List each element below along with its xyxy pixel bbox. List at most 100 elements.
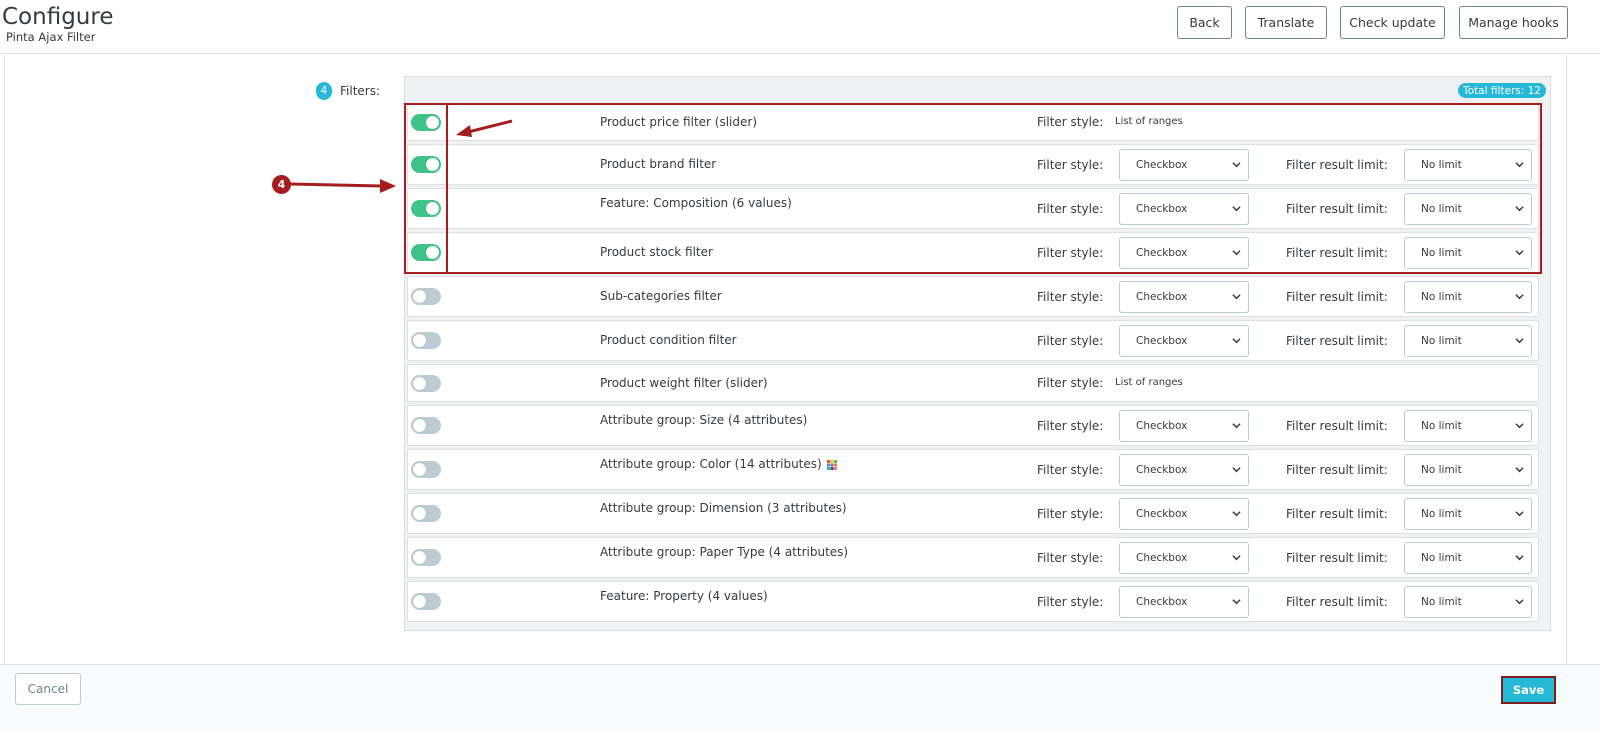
filter-name-text: Attribute group: Paper Type (4 attribute… (600, 545, 849, 559)
filter-result-limit-select[interactable]: No limit (1404, 454, 1532, 486)
filter-name-text: Sub-categories filter (600, 289, 722, 303)
filter-style-select[interactable]: Checkbox (1119, 193, 1249, 225)
chevron-down-icon (1232, 555, 1241, 561)
filter-toggle-switch[interactable] (411, 156, 441, 173)
filter-toggle-switch[interactable] (411, 461, 441, 478)
filter-name-text: Product price filter (slider) (600, 115, 758, 129)
filter-style-select[interactable]: Checkbox (1119, 325, 1249, 357)
back-button[interactable]: Back (1177, 6, 1232, 39)
filter-style-select[interactable]: Checkbox (1119, 237, 1249, 269)
filter-style-select[interactable]: Checkbox (1119, 281, 1249, 313)
filter-style-select-value: Checkbox (1136, 464, 1188, 476)
filter-toggle-switch[interactable] (411, 375, 441, 392)
filter-name: Attribute group: Size (4 attributes) (600, 413, 807, 427)
filter-result-limit-select[interactable]: No limit (1404, 410, 1532, 442)
filter-style-label: Filter style: (1037, 246, 1104, 260)
filter-result-limit-label: Filter result limit: (1286, 158, 1388, 172)
chevron-down-icon (1232, 250, 1241, 256)
filter-name-text: Feature: Property (4 values) (600, 589, 768, 603)
cancel-button[interactable]: Cancel (15, 673, 81, 705)
toggle-knob (413, 290, 426, 303)
filter-result-limit-value: No limit (1421, 159, 1462, 171)
filter-style-label: Filter style: (1037, 419, 1104, 433)
filter-style-select-value: Checkbox (1136, 247, 1188, 259)
filter-result-limit-label: Filter result limit: (1286, 551, 1388, 565)
filter-style-select[interactable]: Checkbox (1119, 454, 1249, 486)
filter-name-text: Feature: Composition (6 values) (600, 196, 792, 210)
filter-result-limit-label: Filter result limit: (1286, 202, 1388, 216)
color-grid-icon (826, 459, 837, 470)
filter-result-limit-select[interactable]: No limit (1404, 193, 1532, 225)
chevron-down-icon (1515, 250, 1524, 256)
page-title: Configure (2, 4, 114, 30)
filter-style-label: Filter style: (1037, 551, 1104, 565)
filter-name: Product stock filter (600, 245, 713, 259)
filter-style-select-value: Checkbox (1136, 159, 1188, 171)
save-button[interactable]: Save (1501, 676, 1556, 704)
filter-style-select-value: Checkbox (1136, 420, 1188, 432)
filter-row: Feature: Composition (6 values) Filter st… (407, 188, 1539, 229)
filter-toggle-switch[interactable] (411, 593, 441, 610)
filter-result-limit-label: Filter result limit: (1286, 507, 1388, 521)
filter-style-select[interactable]: Checkbox (1119, 410, 1249, 442)
filter-toggle-switch[interactable] (411, 549, 441, 566)
filter-toggle-switch[interactable] (411, 417, 441, 434)
toggle-knob (426, 202, 439, 215)
toggle-knob (426, 116, 439, 129)
filter-name: Feature: Composition (6 values) (600, 196, 792, 210)
filter-result-limit-select[interactable]: No limit (1404, 281, 1532, 313)
filters-label: Filters: (340, 84, 381, 98)
filter-result-limit-label: Filter result limit: (1286, 463, 1388, 477)
filter-name: Sub-categories filter (600, 289, 722, 303)
filter-style-select-value: Checkbox (1136, 335, 1188, 347)
filter-toggle-switch[interactable] (411, 114, 441, 131)
check-update-button[interactable]: Check update (1340, 6, 1445, 39)
filter-style-select[interactable]: Checkbox (1119, 586, 1249, 618)
chevron-down-icon (1515, 555, 1524, 561)
filter-result-limit-select[interactable]: No limit (1404, 325, 1532, 357)
filter-row: Attribute group: Dimension (3 attributes… (407, 493, 1539, 534)
filter-result-limit-select[interactable]: No limit (1404, 542, 1532, 574)
toggle-knob (413, 551, 426, 564)
filter-style-label: Filter style: (1037, 202, 1104, 216)
filter-style-select[interactable]: Checkbox (1119, 498, 1249, 530)
filter-result-limit-value: No limit (1421, 420, 1462, 432)
panel-border-right (1566, 54, 1567, 666)
manage-hooks-button[interactable]: Manage hooks (1459, 6, 1568, 39)
filter-style-select[interactable]: Checkbox (1119, 149, 1249, 181)
filter-result-limit-value: No limit (1421, 552, 1462, 564)
filter-toggle-switch[interactable] (411, 244, 441, 261)
filter-row: Product price filter (slider) Filter styl… (407, 103, 1539, 141)
filter-toggle-switch[interactable] (411, 288, 441, 305)
toggle-knob (426, 158, 439, 171)
filter-name-text: Product condition filter (600, 333, 737, 347)
filter-row: Attribute group: Color (14 attributes) Fi… (407, 449, 1539, 490)
filter-row: Product condition filter Filter style: Che… (407, 320, 1539, 361)
filter-name: Attribute group: Color (14 attributes) (600, 457, 837, 471)
filter-name: Attribute group: Dimension (3 attributes… (600, 501, 847, 515)
page-header: Configure Pinta Ajax Filter Back Transla… (0, 0, 1600, 54)
toggle-knob (413, 334, 426, 347)
chevron-down-icon (1232, 294, 1241, 300)
chevron-down-icon (1515, 599, 1524, 605)
chevron-down-icon (1232, 511, 1241, 517)
filter-result-limit-value: No limit (1421, 508, 1462, 520)
filter-style-select[interactable]: Checkbox (1119, 542, 1249, 574)
filter-result-limit-select[interactable]: No limit (1404, 237, 1532, 269)
filter-result-limit-label: Filter result limit: (1286, 419, 1388, 433)
filter-toggle-switch[interactable] (411, 505, 441, 522)
filter-toggle-switch[interactable] (411, 332, 441, 349)
filter-result-limit-select[interactable]: No limit (1404, 498, 1532, 530)
filter-name: Product price filter (slider) (600, 115, 757, 129)
filter-name: Product brand filter (600, 157, 716, 171)
chevron-down-icon (1232, 162, 1241, 168)
filter-name-text: Attribute group: Size (4 attributes) (600, 413, 808, 427)
filter-result-limit-value: No limit (1421, 335, 1462, 347)
filter-toggle-switch[interactable] (411, 200, 441, 217)
translate-button[interactable]: Translate (1245, 6, 1327, 39)
filter-result-limit-select[interactable]: No limit (1404, 586, 1532, 618)
filter-result-limit-label: Filter result limit: (1286, 334, 1388, 348)
filter-result-limit-select[interactable]: No limit (1404, 149, 1532, 181)
filter-result-limit-label: Filter result limit: (1286, 290, 1388, 304)
filter-row: Sub-categories filter Filter style: Checkb… (407, 276, 1539, 317)
